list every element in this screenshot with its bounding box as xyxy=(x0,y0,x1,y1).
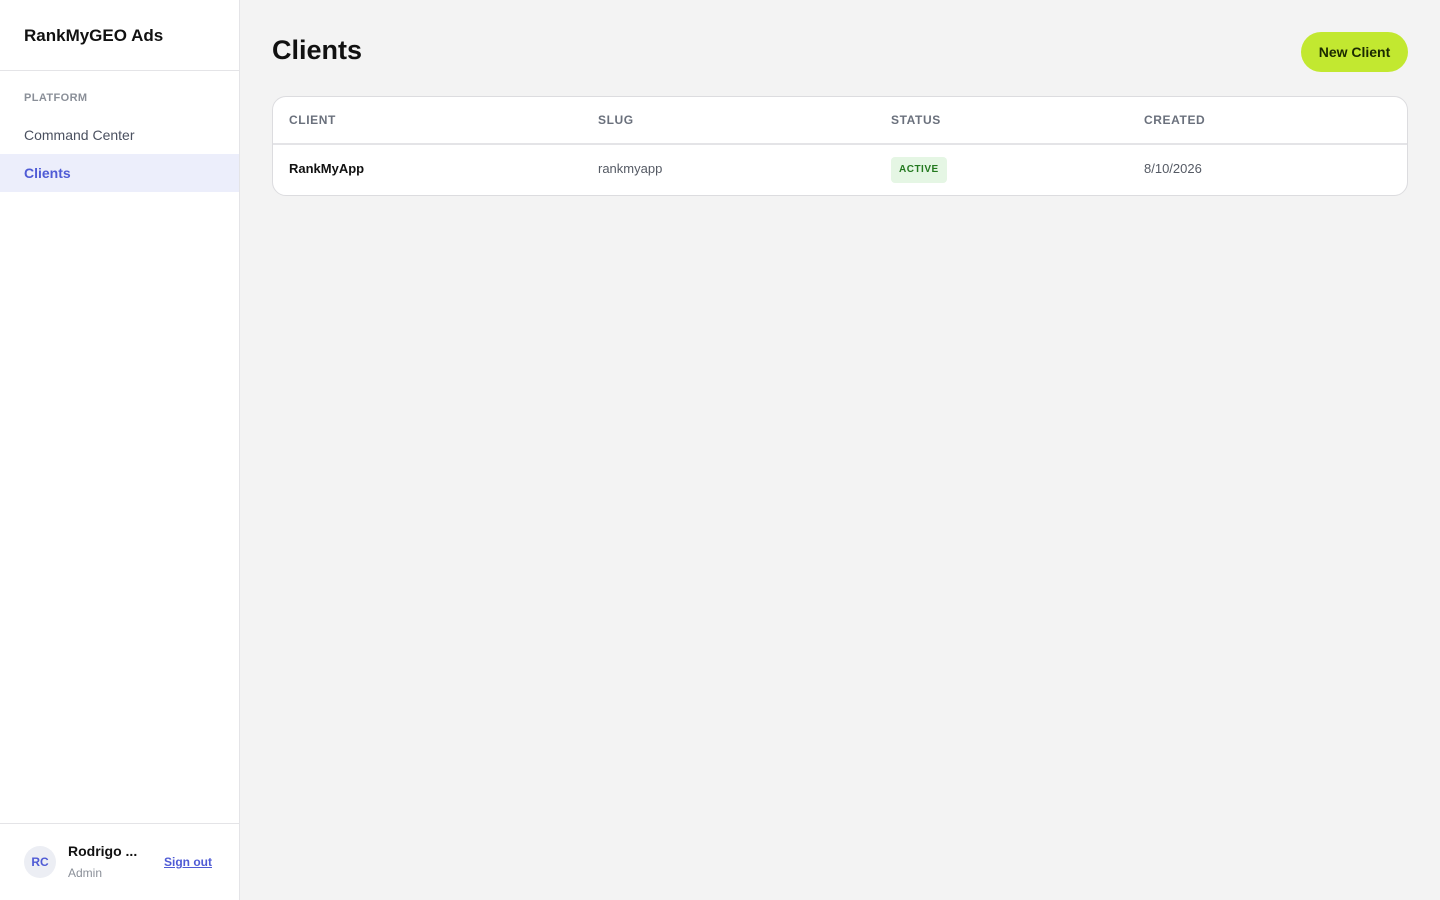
main-content: Clients New Client CLIENT SLUG STATUS CR… xyxy=(240,0,1440,900)
status-badge: ACTIVE xyxy=(891,157,947,183)
table-row[interactable]: RankMyApp rankmyapp ACTIVE 8/10/2026 xyxy=(273,145,1407,195)
sign-out-link[interactable]: Sign out xyxy=(164,855,212,869)
column-header-client[interactable]: CLIENT xyxy=(289,113,336,127)
avatar: RC xyxy=(24,846,56,878)
client-name-cell[interactable]: RankMyApp xyxy=(289,161,364,176)
column-header-created[interactable]: CREATED xyxy=(1144,113,1205,127)
sidebar: RankMyGEO Ads PLATFORM Command Center Cl… xyxy=(0,0,240,900)
nav-section-label: PLATFORM xyxy=(24,92,88,104)
created-date-cell: 8/10/2026 xyxy=(1144,161,1202,176)
user-name: Rodrigo ... xyxy=(68,843,138,859)
sidebar-item-clients[interactable]: Clients xyxy=(0,154,239,192)
sidebar-item-command-center[interactable]: Command Center xyxy=(0,116,239,154)
new-client-button[interactable]: New Client xyxy=(1301,32,1408,72)
table-header: CLIENT SLUG STATUS CREATED xyxy=(273,97,1407,145)
user-panel: RC Rodrigo ... Admin Sign out xyxy=(0,823,239,900)
column-header-slug[interactable]: SLUG xyxy=(598,113,634,127)
client-slug-cell: rankmyapp xyxy=(598,161,663,176)
clients-table: CLIENT SLUG STATUS CREATED RankMyApp ran… xyxy=(272,96,1408,196)
page-title: Clients xyxy=(272,35,363,65)
user-role: Admin xyxy=(68,866,103,880)
brand-logo-text[interactable]: RankMyGEO Ads xyxy=(0,0,239,71)
column-header-status[interactable]: STATUS xyxy=(891,113,941,127)
